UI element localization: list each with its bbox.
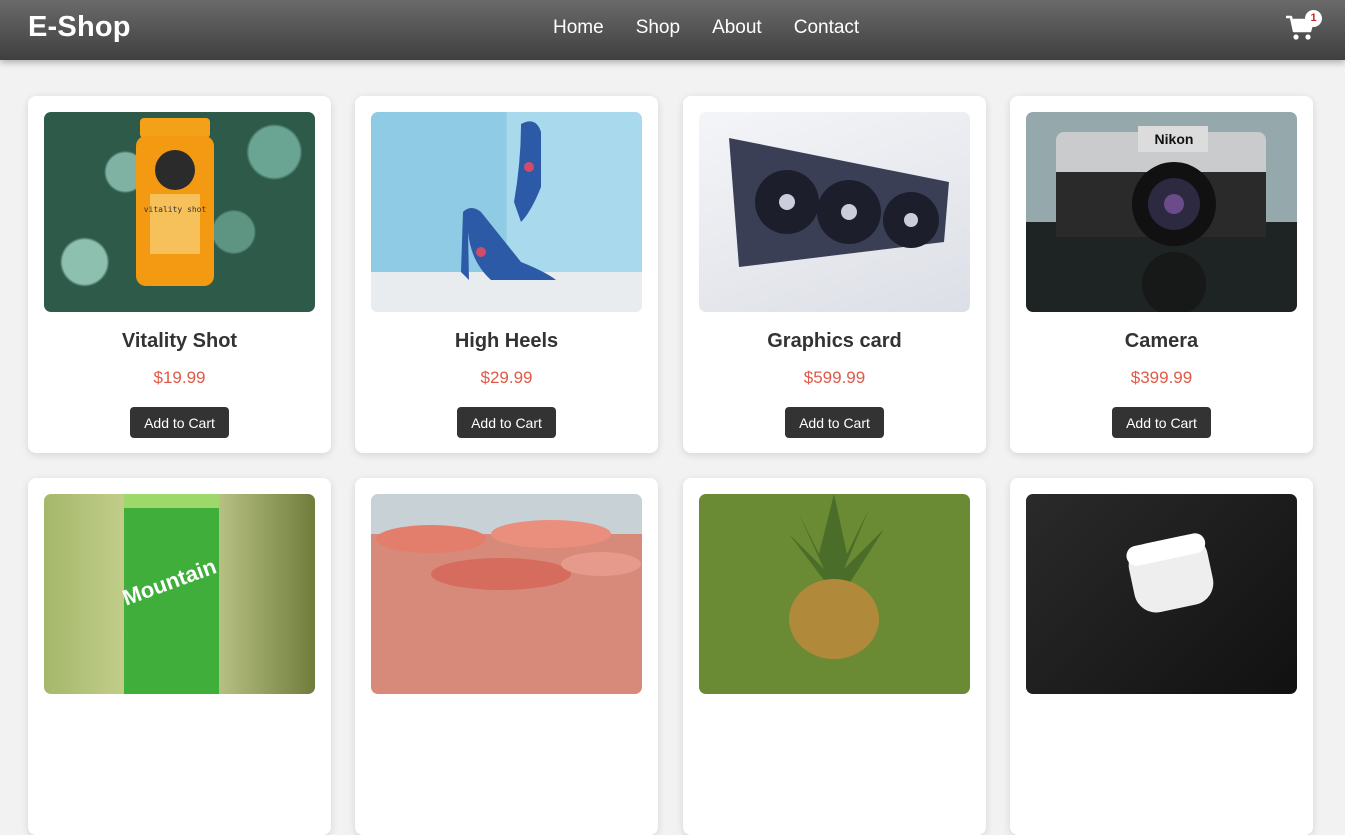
camera-brand-text: Nikon bbox=[1155, 131, 1194, 147]
product-title: Camera bbox=[1124, 330, 1199, 352]
product-image[interactable] bbox=[371, 494, 642, 694]
bottle-label-text: vitality shot bbox=[144, 205, 207, 214]
nav-home[interactable]: Home bbox=[553, 17, 604, 39]
nav-about[interactable]: About bbox=[712, 17, 762, 39]
product-card: Graphics card $599.99 Add to Cart bbox=[683, 96, 986, 453]
product-card: High Heels $29.99 Add to Cart bbox=[355, 96, 658, 453]
cart-count-badge: 1 bbox=[1305, 10, 1322, 27]
product-title: High Heels bbox=[454, 330, 559, 352]
product-image-graphics-card[interactable] bbox=[699, 112, 970, 312]
product-card: Mountain bbox=[28, 478, 331, 835]
product-card: Nikon Camera $399.99 Add to Cart bbox=[1010, 96, 1313, 453]
product-card: vitality shot Vitality Shot $19.99 Add t… bbox=[28, 96, 331, 453]
nav-shop[interactable]: Shop bbox=[636, 17, 680, 39]
product-image-camera[interactable]: Nikon bbox=[1026, 112, 1297, 312]
product-price: $599.99 bbox=[803, 368, 866, 387]
product-price: $29.99 bbox=[480, 368, 533, 387]
product-image[interactable]: Mountain bbox=[44, 494, 315, 694]
product-card bbox=[683, 478, 986, 835]
add-to-cart-button[interactable]: Add to Cart bbox=[130, 407, 229, 438]
product-title: Vitality Shot bbox=[121, 330, 238, 352]
product-price: $19.99 bbox=[153, 368, 206, 387]
product-card bbox=[1010, 478, 1313, 835]
product-price: $399.99 bbox=[1130, 368, 1193, 387]
nav-contact[interactable]: Contact bbox=[794, 17, 859, 39]
add-to-cart-button[interactable]: Add to Cart bbox=[1112, 407, 1211, 438]
product-card bbox=[355, 478, 658, 835]
brand-logo[interactable]: E-Shop bbox=[28, 11, 131, 44]
product-image[interactable] bbox=[699, 494, 970, 694]
product-title: Graphics card bbox=[767, 330, 902, 352]
product-image-vitality-shot[interactable]: vitality shot bbox=[44, 112, 315, 312]
add-to-cart-button[interactable]: Add to Cart bbox=[785, 407, 884, 438]
add-to-cart-button[interactable]: Add to Cart bbox=[457, 407, 556, 438]
cart-button[interactable]: 1 bbox=[1285, 10, 1322, 42]
product-image[interactable] bbox=[1026, 494, 1297, 694]
main-nav: Home Shop About Contact bbox=[553, 17, 891, 39]
navbar: E-Shop Home Shop About Contact 1 bbox=[0, 0, 1345, 60]
product-image-high-heels[interactable] bbox=[371, 112, 642, 312]
